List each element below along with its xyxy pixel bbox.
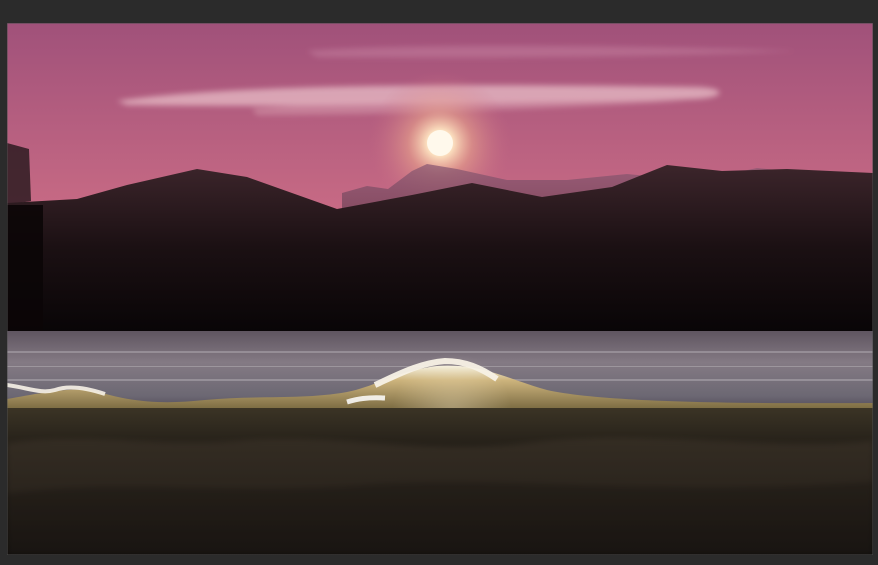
sunset-landscape-illustration xyxy=(7,23,873,555)
sun xyxy=(427,130,453,156)
foreground-mountains xyxy=(7,165,873,348)
editor-frame xyxy=(0,0,878,565)
left-shadow-block xyxy=(7,205,43,348)
grass-texture xyxy=(7,438,873,555)
image-canvas xyxy=(7,23,873,555)
left-cliff xyxy=(7,143,31,205)
